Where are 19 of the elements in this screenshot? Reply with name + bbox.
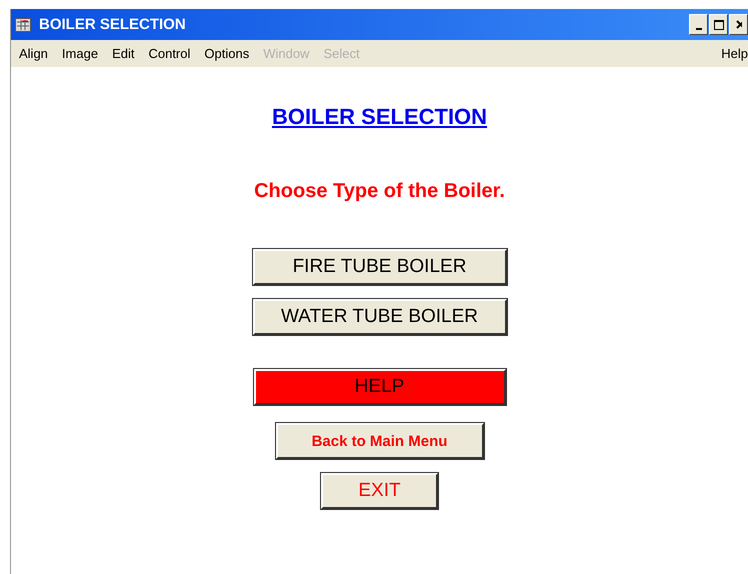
heading-link[interactable]: BOILER SELECTION [272,104,488,130]
minimize-icon [696,28,702,30]
maximize-icon [714,20,724,30]
minimize-button[interactable] [689,14,708,35]
maximize-button[interactable] [709,14,728,35]
prompt-text: Choose Type of the Boiler. [254,180,505,203]
close-button[interactable] [729,14,748,35]
window-title: BOILER SELECTION [39,16,186,33]
window-grid-icon [15,18,31,32]
action-button[interactable]: WATER TUBE BOILER [252,299,506,335]
close-icon [736,20,742,29]
menu-item[interactable]: Edit [112,46,134,61]
menu-item[interactable]: Align [19,46,48,61]
action-button[interactable]: FIRE TUBE BOILER [252,249,506,285]
menu-item[interactable]: Image [62,46,98,61]
menu-item[interactable]: Options [204,46,250,61]
menu-item[interactable]: Control [148,46,190,61]
action-button[interactable]: HELP [254,369,506,405]
menu-item[interactable]: Help [721,46,748,61]
